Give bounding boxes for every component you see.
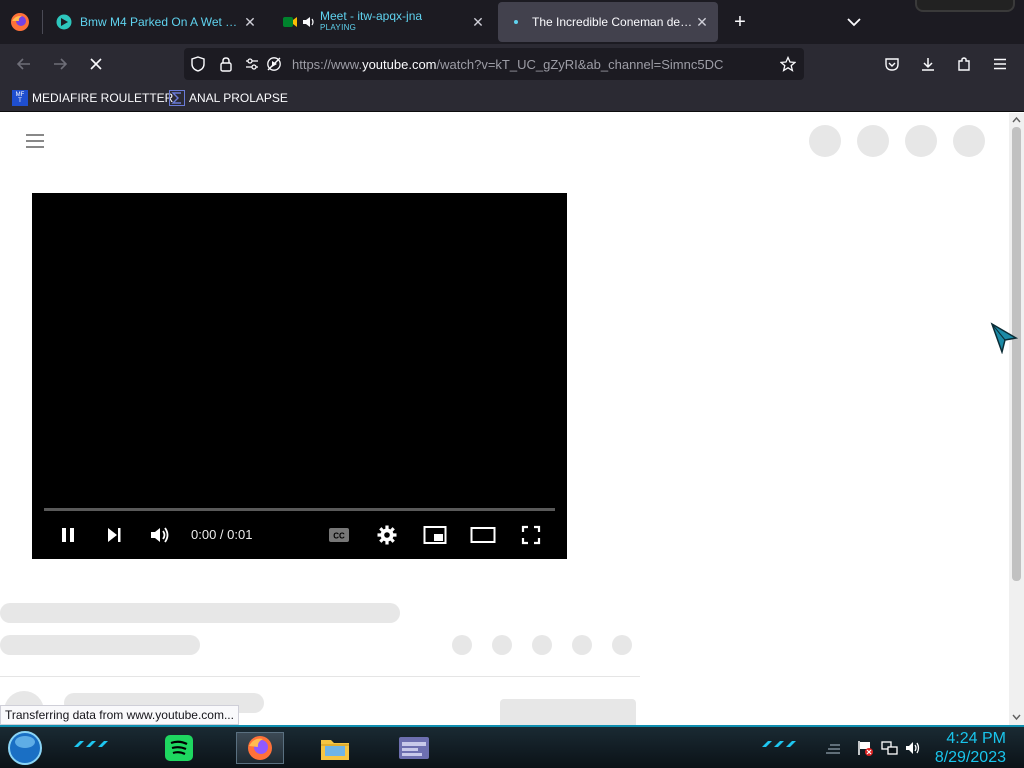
hamburger-menu-icon[interactable] xyxy=(24,131,48,151)
page-scrollbar[interactable] xyxy=(1009,113,1024,725)
tab-text-group: Meet - itw-apqx-jna PLAYING xyxy=(320,10,422,34)
bookmarks-toolbar: MF T MEDIAFIRE ROULETTER ANAL PROLAPSE xyxy=(0,84,1024,112)
clock-date: 8/29/2023 xyxy=(934,749,1006,766)
subscribe-placeholder xyxy=(500,699,636,725)
volume-icon[interactable] xyxy=(904,739,922,757)
action-placeholder xyxy=(492,635,512,655)
title-placeholder xyxy=(0,603,400,623)
firefox-menu-icon[interactable] xyxy=(10,12,30,32)
header-placeholder xyxy=(857,125,889,157)
action-placeholder xyxy=(452,635,472,655)
theater-mode-button[interactable] xyxy=(469,522,497,548)
action-placeholder xyxy=(612,635,632,655)
bookmark-star-icon[interactable] xyxy=(780,56,796,72)
permissions-icon[interactable] xyxy=(244,56,260,72)
fullscreen-button[interactable] xyxy=(517,522,545,548)
video-player[interactable]: 0:00 / 0:01 CC xyxy=(32,193,567,559)
downloads-button[interactable] xyxy=(914,50,942,78)
scroll-thumb[interactable] xyxy=(1012,127,1021,581)
tab-bmw[interactable]: Bmw M4 Parked On A Wet Road ✕ xyxy=(46,4,266,40)
bookmark-label: ANAL PROLAPSE xyxy=(189,91,288,105)
bookmark-mediafire[interactable]: MF T MEDIAFIRE ROULETTER xyxy=(12,90,173,106)
bookmark-prolapse[interactable]: ANAL PROLAPSE xyxy=(169,90,288,106)
svg-text:CC: CC xyxy=(333,532,345,541)
show-hidden-icons-icon[interactable] xyxy=(822,741,842,755)
action-placeholder xyxy=(532,635,552,655)
pocket-button[interactable] xyxy=(878,50,906,78)
tab-title: The Incredible Coneman death xyxy=(532,15,696,29)
action-placeholder xyxy=(572,635,592,655)
close-tab-icon[interactable]: ✕ xyxy=(694,14,710,30)
url-text[interactable]: https://www.youtube.com/watch?v=kT_UC_gZ… xyxy=(292,57,723,72)
speaker-playing-icon[interactable] xyxy=(302,15,316,29)
close-tab-icon[interactable]: ✕ xyxy=(242,14,258,30)
spotify-icon[interactable] xyxy=(162,732,196,764)
clock-time: 4:24 PM xyxy=(946,730,1006,747)
next-button[interactable] xyxy=(100,522,128,548)
tab-playing-label: PLAYING xyxy=(320,23,357,32)
app-menu-button[interactable] xyxy=(986,50,1014,78)
miniplayer-button[interactable] xyxy=(421,522,449,548)
channel-placeholder xyxy=(0,635,200,655)
tracking-protection-shield-icon[interactable] xyxy=(190,56,206,72)
taskbar: 4:24 PM 8/29/2023 xyxy=(0,725,1024,768)
url-bar[interactable]: https://www.youtube.com/watch?v=kT_UC_gZ… xyxy=(184,48,804,80)
youtube-page: 0:00 / 0:01 CC xyxy=(0,113,1009,725)
forward-button[interactable] xyxy=(46,50,74,78)
taskbar-decoration xyxy=(760,739,804,749)
list-tabs-chevron-icon[interactable] xyxy=(844,12,864,32)
progress-bar[interactable] xyxy=(44,508,555,511)
bookmark-label: MEDIAFIRE ROULETTER xyxy=(32,91,174,105)
url-host: youtube.com xyxy=(362,57,437,72)
scroll-down-arrow-icon[interactable] xyxy=(1012,713,1021,721)
network-icon[interactable] xyxy=(880,739,898,757)
tab-meet[interactable]: Meet - itw-apqx-jna PLAYING ✕ xyxy=(272,4,494,40)
extensions-button[interactable] xyxy=(950,50,978,78)
header-placeholder xyxy=(953,125,985,157)
back-button[interactable] xyxy=(10,50,38,78)
lock-icon[interactable] xyxy=(218,56,234,72)
pause-button[interactable] xyxy=(54,522,82,548)
scroll-up-arrow-icon[interactable] xyxy=(1012,116,1021,124)
volume-button[interactable] xyxy=(146,522,174,548)
stop-loading-button[interactable] xyxy=(82,50,110,78)
mediafire-icon: MF T xyxy=(12,90,28,106)
taskbar-decoration xyxy=(72,739,116,749)
theme-decoration xyxy=(915,0,1015,12)
start-orb-icon[interactable] xyxy=(6,730,44,766)
firefox-icon[interactable] xyxy=(236,732,284,764)
navigation-toolbar: https://www.youtube.com/watch?v=kT_UC_gZ… xyxy=(0,44,1024,84)
mouse-cursor-icon xyxy=(990,322,1018,354)
meet-icon xyxy=(282,14,298,30)
loading-dot-icon xyxy=(508,14,524,30)
header-placeholder xyxy=(905,125,937,157)
status-panel: Transferring data from www.youtube.com..… xyxy=(0,705,239,725)
system-clock[interactable]: 4:24 PM 8/29/2023 xyxy=(935,729,1006,767)
tab-title: Meet - itw-apqx-jna xyxy=(320,10,423,22)
header-placeholder xyxy=(809,125,841,157)
autoplay-blocked-icon[interactable] xyxy=(266,56,282,72)
bmw-site-icon xyxy=(56,14,72,30)
close-tab-icon[interactable]: ✕ xyxy=(470,14,486,30)
settings-gear-icon[interactable] xyxy=(373,522,401,548)
tab-separator xyxy=(42,10,43,34)
action-center-flag-icon[interactable] xyxy=(856,739,874,757)
captions-button[interactable]: CC xyxy=(325,522,353,548)
new-tab-button[interactable]: + xyxy=(728,10,752,34)
time-display: 0:00 / 0:01 xyxy=(191,527,253,542)
tab-title: Bmw M4 Parked On A Wet Road xyxy=(80,15,242,29)
tab-bar: Bmw M4 Parked On A Wet Road ✕ Meet - itw… xyxy=(0,0,1024,44)
window-app-icon[interactable] xyxy=(388,732,440,764)
tab-coneman[interactable]: The Incredible Coneman death ✕ xyxy=(498,2,718,42)
sigma-icon xyxy=(169,90,185,106)
divider xyxy=(0,676,640,677)
url-path: /watch?v=kT_UC_gZyRI&ab_channel=Simnc5DC xyxy=(436,57,724,72)
url-prefix: https://www. xyxy=(292,57,363,72)
file-explorer-icon[interactable] xyxy=(318,732,352,764)
